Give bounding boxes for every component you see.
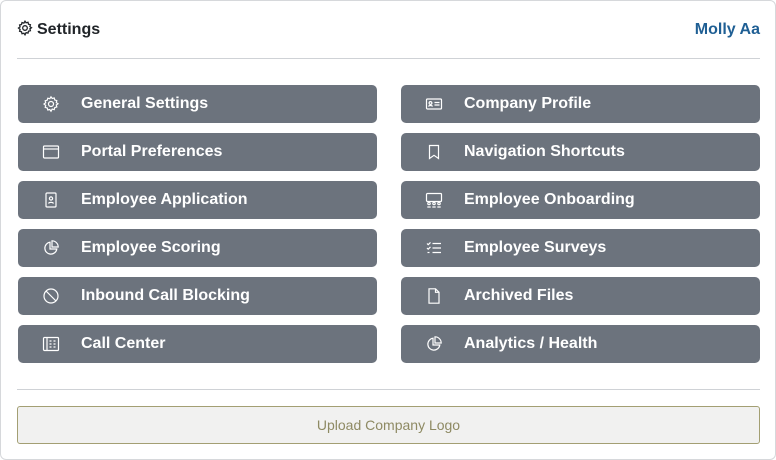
tile-label: General Settings (81, 95, 209, 112)
employee-scoring-button[interactable]: Employee Scoring (18, 229, 377, 267)
block-icon (42, 287, 60, 305)
gear-icon (42, 95, 60, 113)
general-settings-button[interactable]: General Settings (18, 85, 377, 123)
navigation-shortcuts-button[interactable]: Navigation Shortcuts (401, 133, 760, 171)
company-profile-button[interactable]: Company Profile (401, 85, 760, 123)
tile-label: Company Profile (464, 95, 592, 112)
page-title: Settings (17, 19, 101, 41)
file-icon (425, 287, 443, 305)
building-icon (42, 335, 60, 353)
employee-application-button[interactable]: Employee Application (18, 181, 377, 219)
pie-chart-icon (425, 335, 443, 353)
tile-label: Employee Scoring (81, 239, 221, 256)
page-title-label: Settings (37, 21, 101, 38)
tile-label: Inbound Call Blocking (81, 287, 250, 304)
tile-label: Archived Files (464, 287, 574, 304)
tile-label: Employee Onboarding (464, 191, 635, 208)
tile-label: Analytics / Health (464, 335, 598, 352)
archived-files-button[interactable]: Archived Files (401, 277, 760, 315)
badge-icon (42, 191, 60, 209)
settings-header: Settings Molly Aa (17, 15, 760, 45)
people-board-icon (425, 191, 443, 209)
portal-preferences-button[interactable]: Portal Preferences (18, 133, 377, 171)
tile-label: Employee Application (81, 191, 248, 208)
pie-chart-icon (42, 239, 60, 257)
call-center-button[interactable]: Call Center (18, 325, 377, 363)
gear-icon (17, 19, 33, 41)
bookmark-icon (425, 143, 443, 161)
tile-label: Portal Preferences (81, 143, 223, 160)
tile-label: Navigation Shortcuts (464, 143, 625, 160)
analytics-health-button[interactable]: Analytics / Health (401, 325, 760, 363)
employee-onboarding-button[interactable]: Employee Onboarding (401, 181, 760, 219)
checklist-icon (425, 239, 443, 257)
inbound-call-blocking-button[interactable]: Inbound Call Blocking (18, 277, 377, 315)
tile-label: Employee Surveys (464, 239, 607, 256)
window-icon (42, 143, 60, 161)
upload-company-logo-button[interactable]: Upload Company Logo (17, 406, 760, 444)
tile-label: Call Center (81, 335, 166, 352)
id-card-icon (425, 95, 443, 113)
settings-panel: Settings Molly Aa General Settings Compa… (0, 0, 776, 460)
header-divider (17, 58, 760, 59)
settings-grid: General Settings Company Profile Portal … (18, 85, 760, 363)
employee-surveys-button[interactable]: Employee Surveys (401, 229, 760, 267)
user-name-link[interactable]: Molly Aa (695, 21, 760, 39)
footer-divider (17, 389, 760, 390)
